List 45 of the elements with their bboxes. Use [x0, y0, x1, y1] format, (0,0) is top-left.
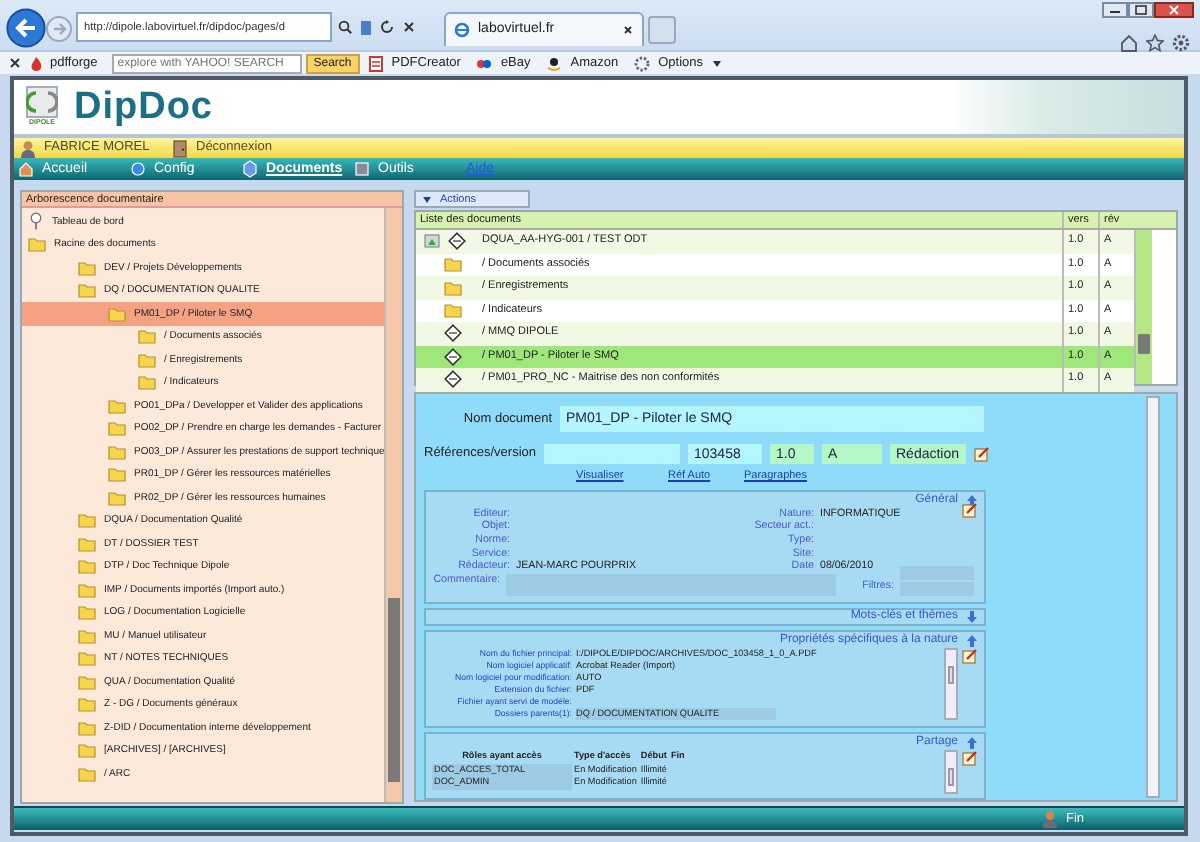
close-icon[interactable]: [1154, 2, 1194, 18]
maximize-icon[interactable]: [1128, 2, 1154, 18]
dots-icon: [476, 55, 493, 71]
edit-icon[interactable]: [962, 750, 978, 767]
close-icon[interactable]: [402, 20, 416, 34]
close-icon[interactable]: [8, 56, 22, 70]
pdf-icon: [367, 55, 384, 71]
edit-icon[interactable]: [974, 446, 990, 462]
document-icon: [444, 324, 462, 343]
door-icon[interactable]: [172, 139, 188, 157]
search-icon[interactable]: [338, 20, 352, 34]
user-icon: [20, 139, 36, 157]
scrollbar[interactable]: [384, 208, 402, 802]
scrollbar[interactable]: [944, 648, 958, 721]
browser-logo-icon: [454, 22, 470, 38]
scrollbar[interactable]: [1134, 230, 1152, 384]
house-icon: [18, 160, 34, 178]
collapse-icon[interactable]: [966, 634, 978, 649]
close-icon[interactable]: [622, 24, 634, 36]
edit-icon[interactable]: [962, 648, 978, 665]
edit-icon[interactable]: [962, 501, 978, 518]
folder-icon: [28, 236, 46, 253]
minimize-icon[interactable]: [1102, 2, 1128, 18]
refresh-icon[interactable]: [380, 20, 394, 34]
document-icon: [444, 370, 462, 389]
document-icon: [444, 347, 462, 366]
home-icon[interactable]: [1120, 34, 1138, 52]
scrollbar[interactable]: [1146, 396, 1160, 798]
back-icon[interactable]: [6, 8, 46, 48]
collapse-icon[interactable]: [966, 736, 978, 751]
pin-icon: [28, 212, 44, 231]
scrollbar[interactable]: [944, 750, 958, 795]
settings-icon[interactable]: [1172, 34, 1190, 52]
smile-icon: [546, 55, 563, 71]
expand-icon[interactable]: [966, 609, 978, 624]
gear-icon: [634, 55, 651, 71]
document-icon: [448, 232, 466, 251]
caret-icon: [711, 59, 722, 67]
tree-toggle-icon[interactable]: [424, 234, 440, 249]
logo-icon: [26, 86, 58, 119]
user-icon: [1041, 810, 1058, 828]
input-field[interactable]: [544, 444, 680, 464]
app-title: DipDoc: [74, 88, 213, 126]
caret-icon: [422, 195, 432, 203]
star-icon[interactable]: [1146, 34, 1164, 52]
